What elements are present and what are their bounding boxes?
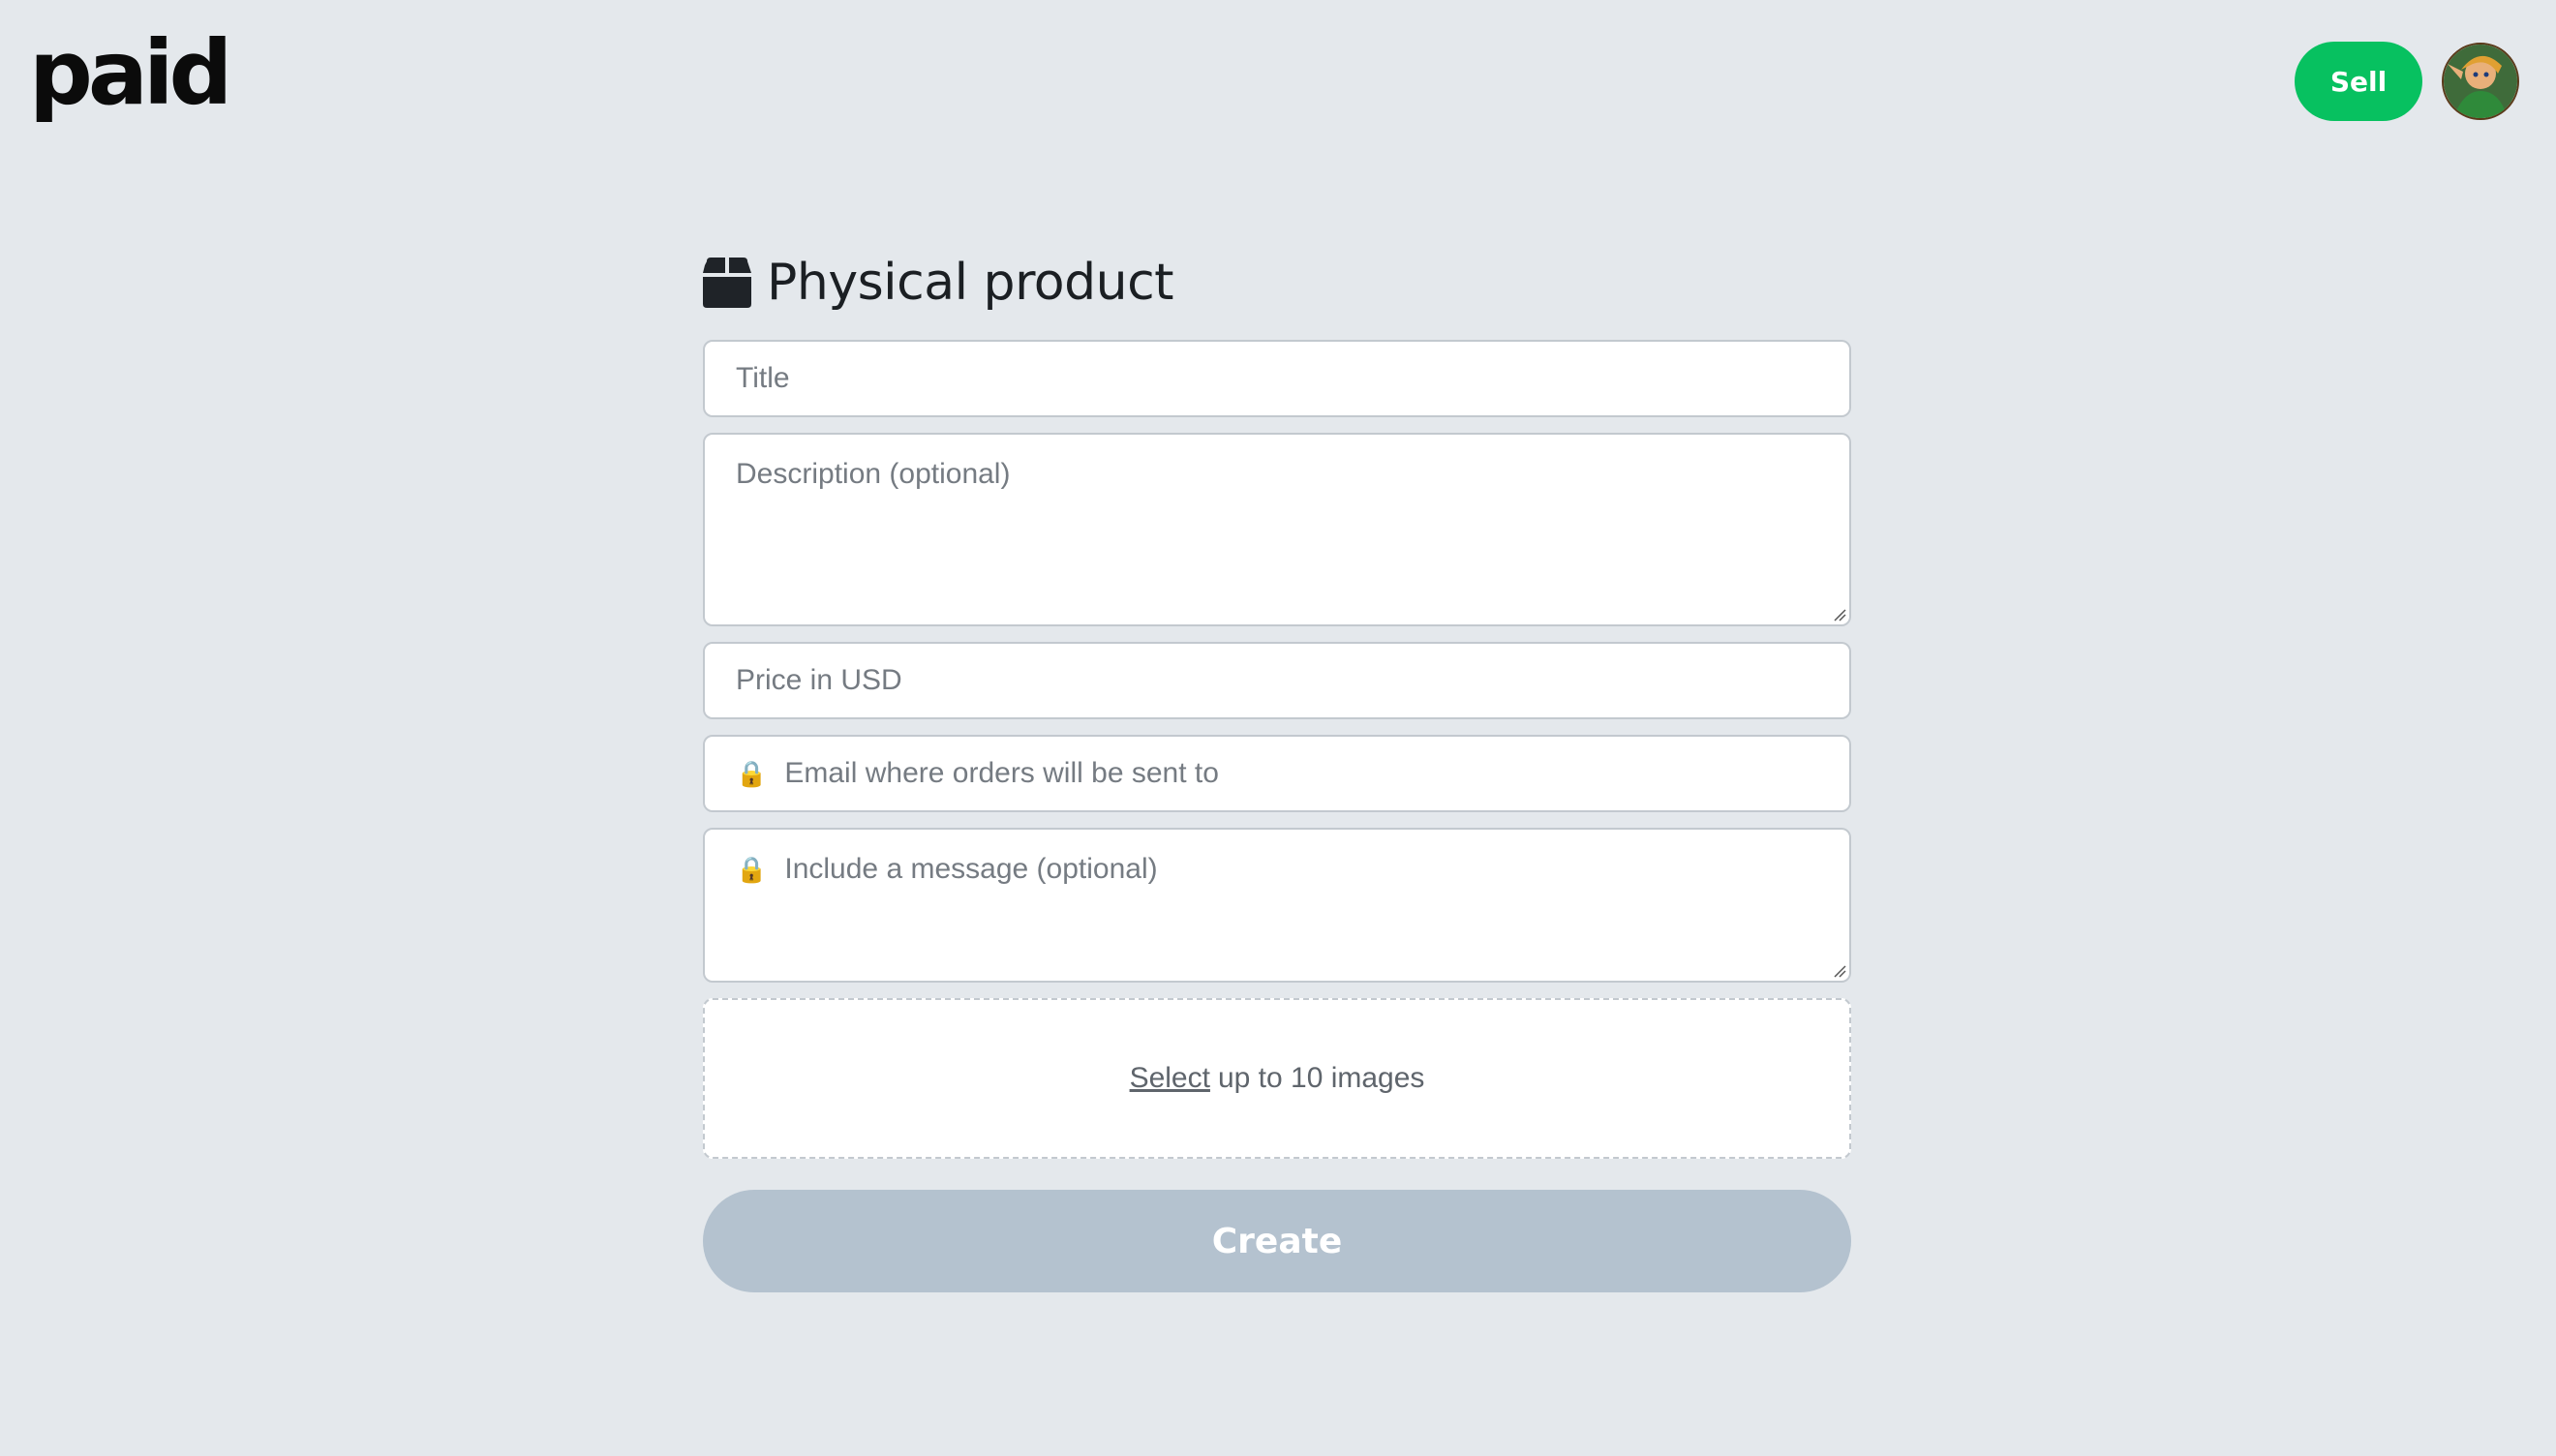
paid-logo[interactable]: paid — [29, 29, 232, 118]
user-avatar[interactable] — [2442, 43, 2519, 120]
price-field[interactable] — [703, 642, 1851, 719]
message-input[interactable] — [784, 853, 1818, 981]
lock-icon: 🔒 — [736, 855, 768, 884]
select-images-link[interactable]: Select — [1130, 1062, 1210, 1095]
lock-icon: 🔒 — [736, 759, 768, 788]
form-heading: Physical product — [703, 246, 1851, 319]
box-icon — [703, 258, 751, 308]
sell-button[interactable]: Sell — [2295, 42, 2422, 121]
avatar-image — [2444, 45, 2517, 118]
resize-grip-icon[interactable] — [1833, 608, 1846, 622]
email-input[interactable] — [784, 757, 1818, 790]
image-dropzone[interactable]: Select up to 10 images — [703, 998, 1851, 1159]
message-field[interactable]: 🔒 — [703, 828, 1851, 983]
description-field[interactable] — [703, 433, 1851, 626]
image-limit-text: up to 10 images — [1217, 1062, 1425, 1094]
description-input[interactable] — [736, 458, 1818, 624]
title-input[interactable] — [736, 362, 1818, 395]
title-field[interactable] — [703, 340, 1851, 417]
page-title: Physical product — [767, 254, 1174, 312]
resize-grip-icon[interactable] — [1833, 964, 1846, 978]
top-bar-actions: Sell — [2295, 42, 2519, 121]
email-field[interactable]: 🔒 — [703, 735, 1851, 812]
product-form: Physical product 🔒 🔒 Select up to 10 ima… — [703, 246, 1851, 1292]
price-input[interactable] — [736, 664, 1818, 697]
create-button[interactable]: Create — [703, 1190, 1851, 1292]
